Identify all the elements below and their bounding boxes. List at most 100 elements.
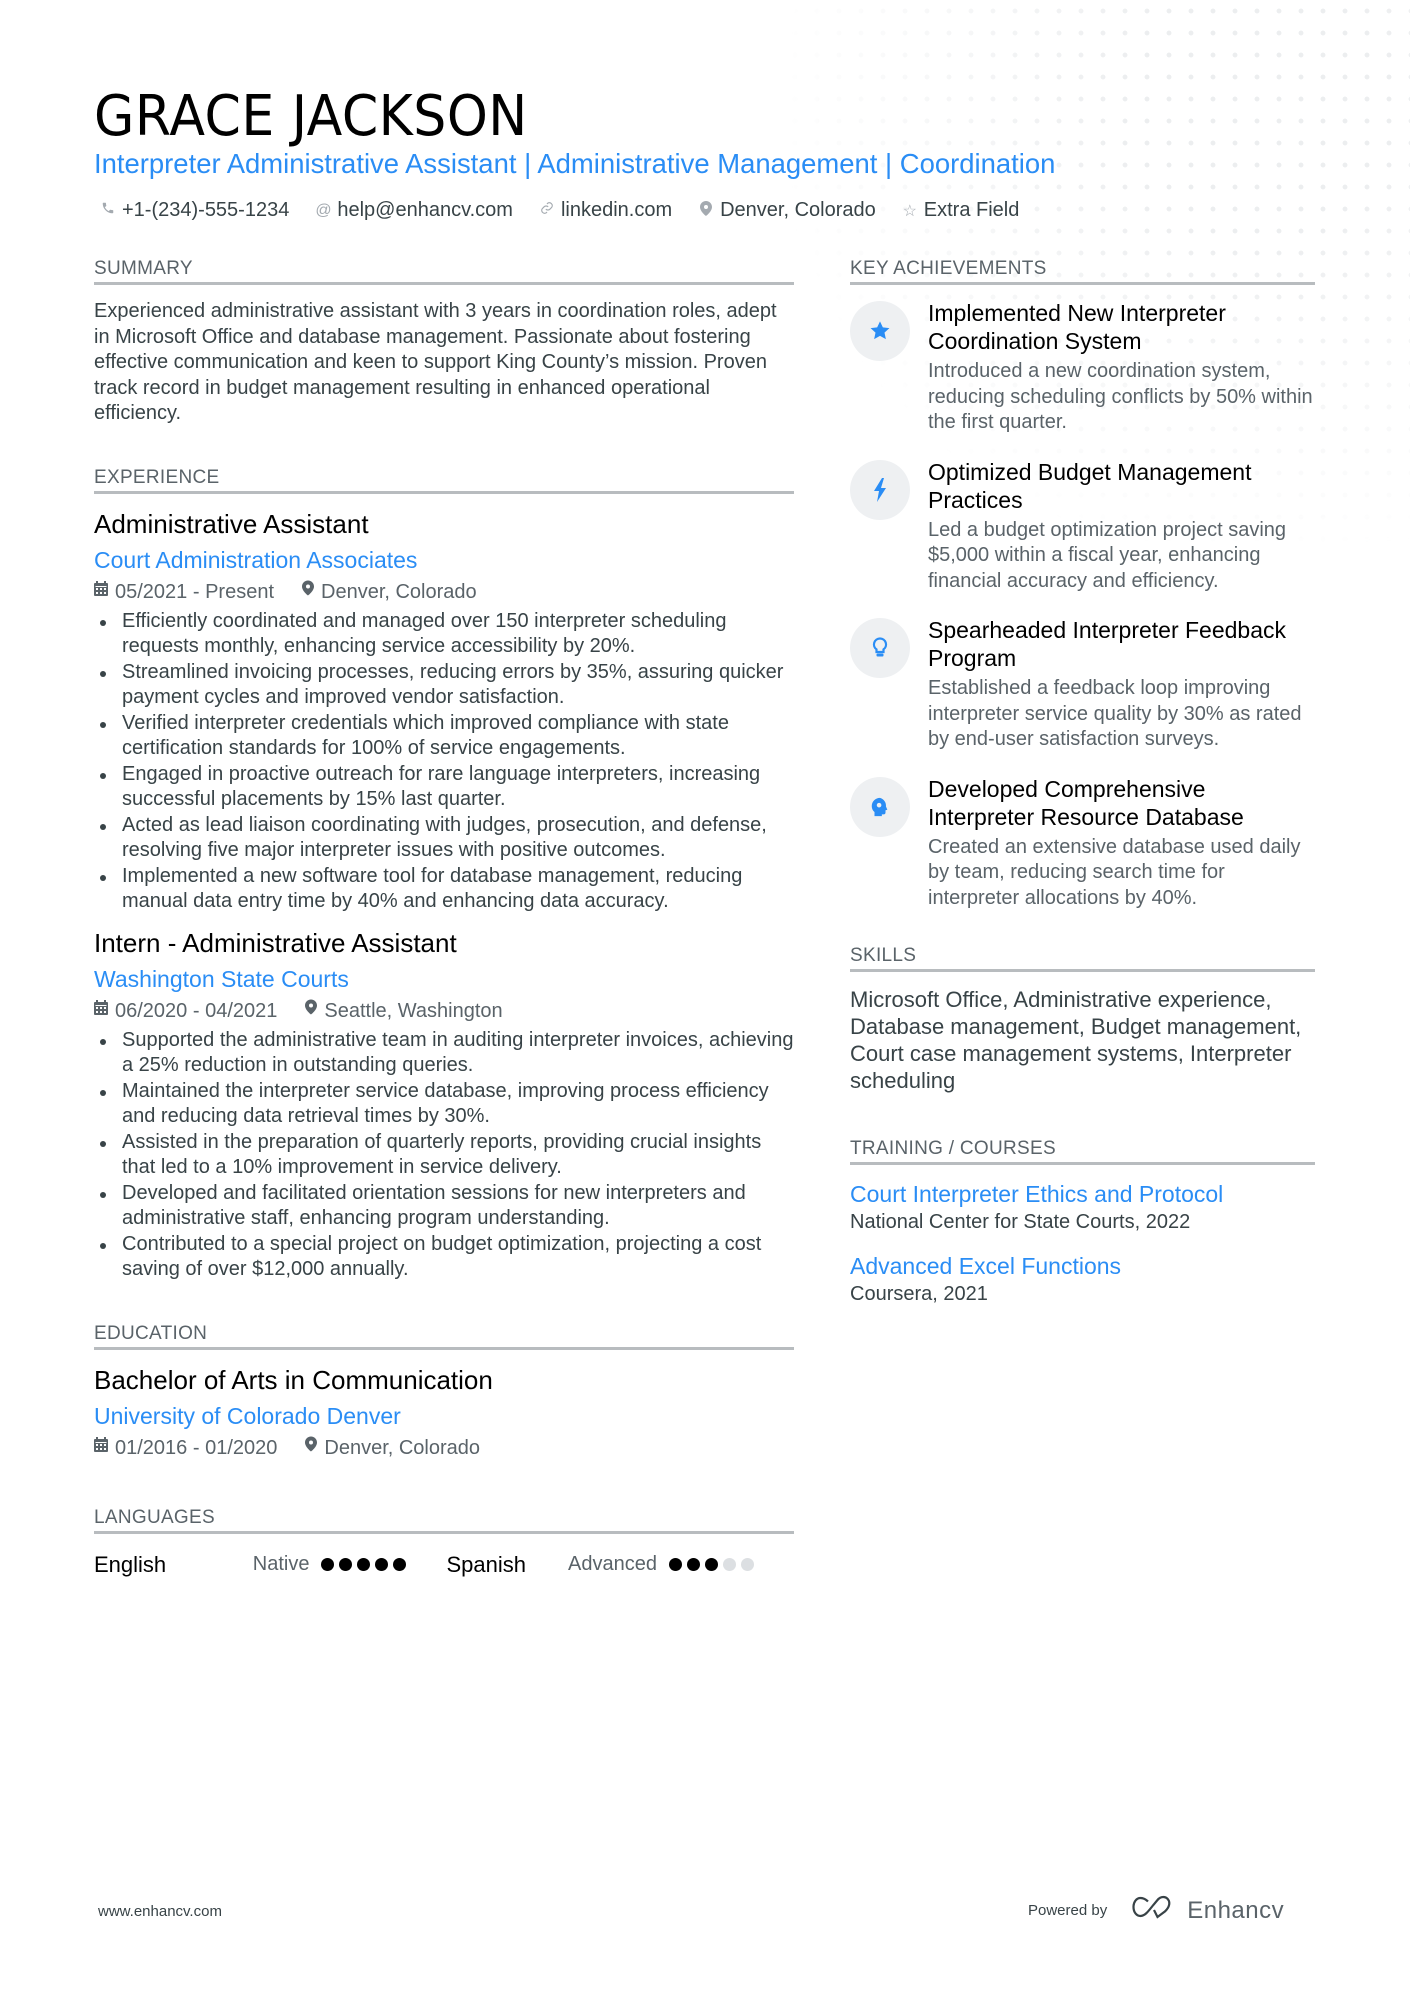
rating-dot-filled: [393, 1558, 407, 1571]
language-level: Native: [252, 1553, 310, 1575]
course-provider: National Center for State Courts, 2022: [850, 1211, 1191, 1233]
footer-website[interactable]: www.enhancv.com: [98, 1903, 222, 1920]
location-pin-icon: [305, 1435, 318, 1461]
footer-branding[interactable]: Powered by Enhancv: [1028, 1895, 1284, 1926]
rating-dot-filled: [339, 1558, 353, 1571]
achievement-item: Optimized Budget Management Practices Le…: [850, 458, 1315, 595]
rating-dot-filled: [669, 1558, 682, 1571]
job-bullet: Streamlined invoicing processes, reducin…: [94, 660, 794, 711]
school-name[interactable]: University of Colorado Denver: [94, 1402, 794, 1430]
job-bullet: Supported the administrative team in aud…: [94, 1028, 794, 1079]
language-level: Advanced: [568, 1553, 657, 1575]
job-dates: 06/2020 - 04/2021: [94, 998, 277, 1024]
rating-dot-filled: [687, 1558, 700, 1571]
experience-section: EXPERIENCE Administrative Assistant Cour…: [94, 467, 794, 1283]
education-location: Denver, Colorado: [305, 1435, 480, 1461]
contact-bar: +1-(234)-555-1234 @ help@enhancv.com lin…: [100, 199, 1019, 222]
job-dates-text: 06/2020 - 04/2021: [115, 999, 278, 1022]
skills-text: Microsoft Office, Administrative experie…: [850, 987, 1302, 1093]
achievement-title: Implemented New Interpreter Coordination…: [928, 300, 1226, 354]
summary-section: SUMMARY Experienced administrative assis…: [94, 258, 794, 427]
rating-dot-filled: [357, 1558, 371, 1571]
location-pin-icon: [302, 579, 314, 605]
job-dates-text: 05/2021 - Present: [115, 580, 274, 603]
achievement-title: Optimized Budget Management Practices: [928, 458, 1252, 513]
experience-entry: Intern - Administrative Assistant Washin…: [94, 927, 794, 1283]
contact-location-text: Denver, Colorado: [720, 199, 876, 221]
achievement-description: Created an extensive database used daily…: [928, 835, 1301, 909]
course-provider: Coursera, 2021: [850, 1283, 988, 1305]
achievement-title: Spearheaded Interpreter Feedback Program: [928, 617, 1287, 671]
location-pin-icon: [698, 200, 714, 221]
course-title[interactable]: Advanced Excel Functions: [850, 1251, 1315, 1281]
achievement-title: Developed Comprehensive Interpreter Reso…: [928, 775, 1244, 830]
contact-location: Denver, Colorado: [698, 199, 876, 222]
candidate-headline: Interpreter Administrative Assistant | A…: [94, 148, 1056, 179]
job-meta: 05/2021 - Present Denver, Colorado: [94, 579, 794, 605]
languages-section: LANGUAGES English Native Spanish Advance…: [94, 1507, 794, 1578]
training-section: TRAINING / COURSES Court Interpreter Eth…: [850, 1138, 1315, 1307]
job-bullet: Contributed to a special project on budg…: [94, 1232, 794, 1283]
phone-icon: [100, 201, 116, 220]
brain-head-icon: [850, 776, 910, 837]
achievement-description: Introduced a new coordination system, re…: [928, 360, 1313, 433]
calendar-icon: [94, 1435, 108, 1461]
contact-email-text: help@enhancv.com: [337, 199, 513, 221]
star-outline-icon: ☆: [902, 202, 917, 220]
job-bullet: Efficiently coordinated and managed over…: [94, 609, 794, 660]
contact-email[interactable]: @ help@enhancv.com: [315, 199, 513, 222]
job-meta: 06/2020 - 04/2021 Seattle, Washington: [94, 998, 794, 1024]
job-bullets: Efficiently coordinated and managed over…: [94, 609, 794, 915]
calendar-icon: [94, 579, 108, 605]
contact-linkedin[interactable]: linkedin.com: [539, 199, 672, 222]
job-bullet: Maintained the interpreter service datab…: [94, 1079, 794, 1130]
at-icon: @: [315, 201, 332, 219]
job-location-text: Seattle, Washington: [324, 999, 503, 1022]
experience-entry: Administrative Assistant Court Administr…: [94, 508, 794, 915]
education-dates-text: 01/2016 - 01/2020: [115, 1436, 278, 1459]
contact-phone-text: +1-(234)-555-1234: [122, 199, 290, 221]
education-meta: 01/2016 - 01/2020 Denver, Colorado: [94, 1435, 794, 1461]
rating-dot-empty: [723, 1558, 736, 1571]
course-title[interactable]: Court Interpreter Ethics and Protocol: [850, 1179, 1315, 1209]
language-rating: [669, 1558, 754, 1571]
left-column: SUMMARY Experienced administrative assis…: [94, 258, 794, 1578]
job-bullet: Verified interpreter credentials which i…: [94, 711, 794, 762]
languages-row: English Native Spanish Advanced: [94, 1552, 794, 1578]
powered-by-label: Powered by: [1028, 1902, 1108, 1919]
job-location: Seattle, Washington: [305, 998, 503, 1024]
location-pin-icon: [305, 998, 318, 1024]
job-bullet: Engaged in proactive outreach for rare l…: [94, 762, 794, 813]
candidate-name: GRACE JACKSON: [94, 84, 528, 149]
language-name: Spanish: [446, 1551, 526, 1577]
contact-extra: ☆ Extra Field: [902, 199, 1020, 222]
job-bullet: Assisted in the preparation of quarterly…: [94, 1130, 794, 1181]
course-item: Court Interpreter Ethics and Protocol Na…: [850, 1179, 1315, 1235]
summary-text: Experienced administrative assistant wit…: [94, 300, 777, 424]
calendar-icon: [94, 998, 108, 1024]
degree-title: Bachelor of Arts in Communication: [94, 1364, 493, 1395]
company-name[interactable]: Washington State Courts: [94, 965, 794, 993]
rating-dot-filled: [321, 1558, 335, 1571]
lightbulb-icon: [850, 618, 910, 678]
experience-heading: EXPERIENCE: [94, 467, 794, 494]
job-title: Intern - Administrative Assistant: [94, 927, 457, 958]
achievements-heading: KEY ACHIEVEMENTS: [850, 258, 1315, 285]
job-location: Denver, Colorado: [302, 579, 477, 605]
job-bullet: Implemented a new software tool for data…: [94, 864, 794, 915]
link-icon: [539, 201, 555, 220]
training-heading: TRAINING / COURSES: [850, 1138, 1315, 1165]
achievement-item: Developed Comprehensive Interpreter Reso…: [850, 775, 1315, 912]
education-section: EDUCATION Bachelor of Arts in Communicat…: [94, 1323, 794, 1461]
skills-section: SKILLS Microsoft Office, Administrative …: [850, 945, 1315, 1094]
rating-dot-empty: [741, 1558, 754, 1571]
contact-phone[interactable]: +1-(234)-555-1234: [100, 199, 289, 222]
language-rating: [321, 1558, 407, 1571]
education-location-text: Denver, Colorado: [324, 1436, 481, 1459]
company-name[interactable]: Court Administration Associates: [94, 546, 794, 574]
achievement-description: Led a budget optimization project saving…: [928, 518, 1287, 592]
course-item: Advanced Excel Functions Coursera, 2021: [850, 1251, 1315, 1307]
right-column: KEY ACHIEVEMENTS Implemented New Interpr…: [850, 258, 1315, 1323]
education-dates: 01/2016 - 01/2020: [94, 1435, 277, 1461]
summary-heading: SUMMARY: [94, 258, 794, 285]
